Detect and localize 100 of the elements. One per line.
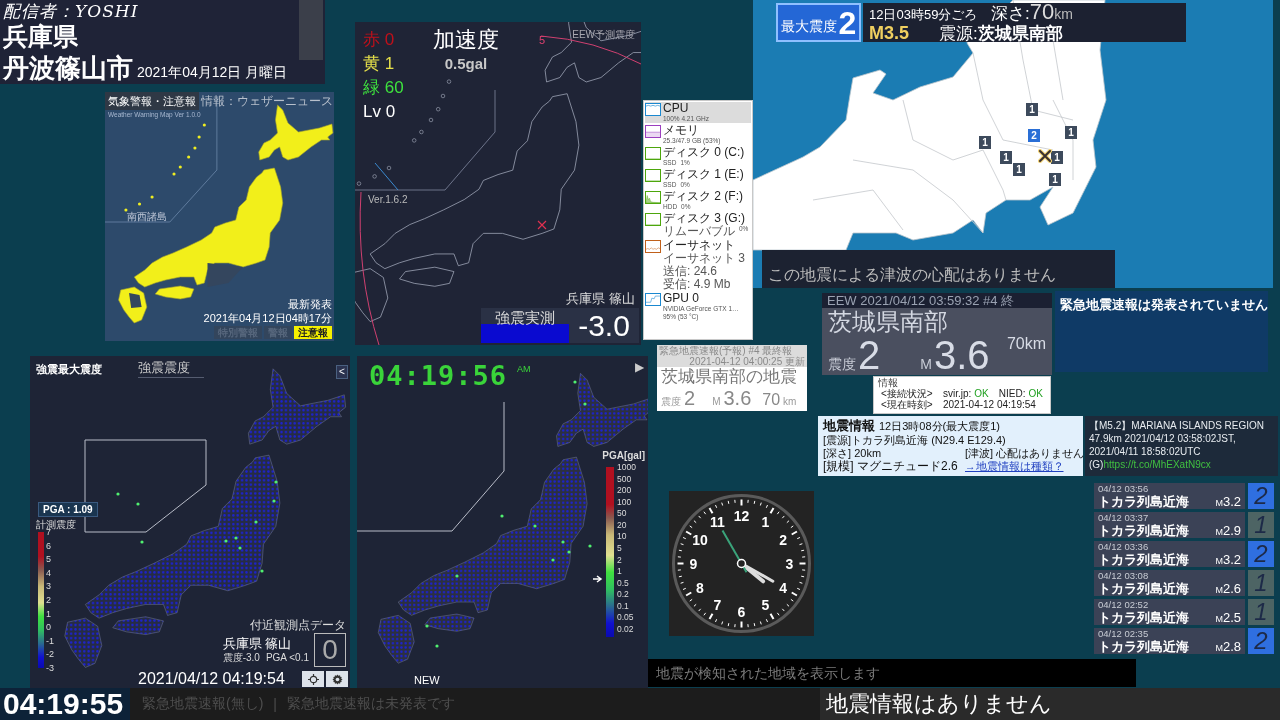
- connection-label: <接続状況>: [881, 388, 934, 399]
- magnitude-prefix: M: [1215, 555, 1223, 566]
- scale-text: [規模] マグニチュード2.6: [823, 460, 959, 473]
- clock-numeral: 12: [733, 507, 750, 524]
- scale-tick: 0: [46, 622, 52, 633]
- magnitude-value: 3.6: [723, 387, 752, 409]
- magnitude-prefix: M: [1215, 613, 1223, 624]
- collapse-button[interactable]: <: [336, 365, 348, 379]
- scale-tick: 100: [617, 496, 633, 507]
- locate-button[interactable]: [302, 671, 324, 687]
- measured-value: -3.0: [577, 308, 631, 343]
- server-name: svir.jp:: [943, 388, 972, 399]
- epicenter-text: [震源]トカラ列島近海 (N29.4 E129.4): [823, 434, 1007, 447]
- second-hand: [721, 529, 748, 574]
- quake-list-item[interactable]: 04/12 03:36 トカラ列島近海 M3.2: [1094, 541, 1245, 567]
- quake-time: 04/12 03:36: [1098, 541, 1150, 553]
- legend-item: 注意報: [294, 326, 332, 339]
- date-text: 2021年04月12日 月曜日: [137, 64, 288, 82]
- quake-utc-time: 2021/04/11 18:58:02UTC: [1089, 445, 1202, 458]
- quake-list-item[interactable]: 04/12 02:35 トカラ列島近海 M2.8: [1094, 628, 1245, 654]
- version-text: Ver.1.6.2: [368, 194, 408, 205]
- scale-tick: 5: [617, 542, 623, 553]
- magnitude: M3.5: [869, 24, 911, 43]
- clock-numeral: 1: [761, 513, 770, 530]
- panel-title: 強震最大震度: [36, 362, 102, 377]
- scale-tick: 2: [617, 554, 623, 565]
- scale-tick: 0.2: [617, 589, 630, 600]
- quake-time: 04/12 03:37: [1098, 512, 1150, 524]
- scale-tick: 0.1: [617, 600, 630, 611]
- intensity-label: 震度: [661, 395, 681, 409]
- quake-place: トカラ列島近海: [1098, 639, 1190, 654]
- alert-count: Lv 0: [363, 101, 397, 123]
- magnitude-value: 3.2: [1222, 494, 1241, 509]
- intensity-label: 震度: [828, 356, 856, 374]
- settings-button[interactable]: [326, 671, 348, 687]
- device-name: ディスク 0 (C:): [663, 146, 746, 159]
- magnitude-prefix: M: [1215, 526, 1223, 537]
- intensity-marker: 1: [1065, 126, 1077, 139]
- forecast-intensity: 5: [539, 34, 546, 46]
- scale-tick: 200: [617, 485, 633, 496]
- quake-place: トカラ列島近海: [1098, 523, 1190, 538]
- epicenter-name: 茨城県南部: [977, 24, 1063, 43]
- scale-label: PGA[gal]: [602, 450, 645, 461]
- magnitude-value: 3.6: [933, 335, 990, 375]
- quake-place: トカラ列島近海: [1098, 610, 1190, 625]
- station-intensity: 震度-3.0: [222, 652, 260, 664]
- intensity-value: 2: [684, 387, 696, 409]
- scale-tick: 4: [46, 567, 52, 578]
- clock-numeral: 3: [785, 555, 794, 572]
- magnitude-prefix: M: [1215, 497, 1223, 508]
- pga-value: PGA : 1.09: [38, 502, 98, 517]
- server-status: OK: [974, 388, 989, 399]
- region-label: 南西諸島: [127, 210, 167, 224]
- quake-list-item[interactable]: 04/12 03:08 トカラ列島近海 M2.6: [1094, 570, 1245, 596]
- clock-numeral: 4: [779, 579, 787, 596]
- quake-list-item[interactable]: 04/12 03:37 トカラ列島近海 M2.9: [1094, 512, 1245, 538]
- settings-icon: [331, 673, 343, 685]
- eew-label: EEW予測震度: [572, 28, 635, 42]
- info-link[interactable]: →地震情報は種類？: [965, 460, 1083, 473]
- region-name: 茨城県南部: [828, 309, 949, 335]
- clock-numeral: 11: [710, 513, 725, 530]
- depth-unit: km: [1054, 6, 1073, 24]
- device-name: メモリ: [663, 124, 700, 137]
- tweet-link[interactable]: https://t.co/MhEXatN9cx: [1103, 458, 1211, 471]
- tsunami-text: [津波] 心配はありません: [965, 447, 1083, 460]
- monitor-item[interactable]: イーサネット イーサネット 3 送信: 24.6 受信: 4.9 Mb: [645, 239, 751, 291]
- quake-list-item[interactable]: 04/12 03:56 トカラ列島近海 M3.2: [1094, 483, 1245, 509]
- alert-count: 緑 60: [363, 77, 404, 99]
- scale-tick: 1000: [617, 462, 636, 472]
- device-detail: イーサネット 3: [663, 252, 745, 265]
- scale-tick: 20: [617, 519, 628, 530]
- intensity-badge: 1: [1248, 512, 1274, 538]
- magnitude-label: M: [712, 396, 721, 407]
- quake-place: トカラ列島近海: [1098, 494, 1190, 509]
- depth-label: 深さ:: [991, 4, 1030, 23]
- quake-time: 12日03時59分ごろ: [869, 6, 979, 24]
- quake-place: トカラ列島近海: [1098, 581, 1190, 596]
- station-name: 兵庫県 篠山: [222, 636, 292, 652]
- play-button[interactable]: ▶: [635, 360, 644, 374]
- clock-numeral: 10: [692, 531, 708, 548]
- intensity-badge: 2: [1248, 483, 1274, 509]
- blank-panel: [299, 0, 323, 60]
- server-status: OK: [1028, 388, 1043, 399]
- scale-tick: 10: [617, 531, 628, 542]
- measured-label: 強震実測: [481, 308, 569, 343]
- quake-place: トカラ列島近海: [1098, 552, 1190, 567]
- quake-list-item[interactable]: 04/12 02:52 トカラ列島近海 M2.5: [1094, 599, 1245, 625]
- alert-count: 赤 0: [363, 29, 396, 51]
- scale-tick: 3: [46, 581, 52, 592]
- box-legend: 情報: [878, 377, 1046, 388]
- scale-tick: 50: [617, 508, 628, 519]
- scale-tick: 1: [46, 608, 52, 619]
- magnitude-value: 2.5: [1222, 610, 1241, 625]
- layer-selector[interactable]: 強震震度: [138, 359, 204, 378]
- device-detail: 受信: 4.9 Mb: [663, 278, 731, 291]
- info-title: 地震情報: [823, 418, 875, 433]
- quake-time: 04/12 02:35: [1098, 628, 1150, 640]
- depth-value: 70: [762, 391, 781, 409]
- scale-tick: 1: [617, 566, 623, 577]
- scale-tick: 6: [46, 540, 52, 551]
